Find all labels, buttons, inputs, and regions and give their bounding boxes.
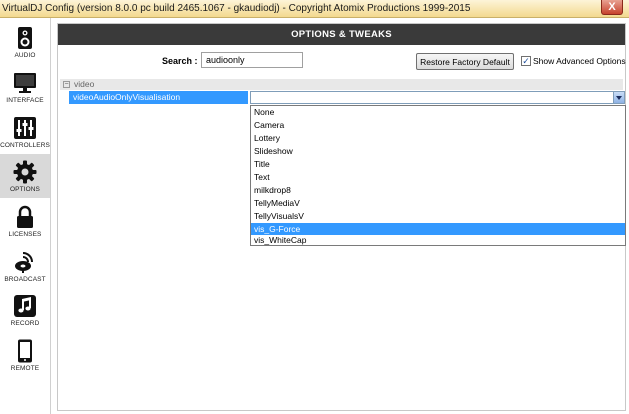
window-title: VirtualDJ Config (version 8.0.0 pc build… — [2, 3, 471, 14]
gear-icon — [13, 160, 37, 184]
sidebar-item-label: INTERFACE — [6, 97, 44, 104]
window-title-bar[interactable]: VirtualDJ Config (version 8.0.0 pc build… — [0, 0, 629, 18]
sidebar-item-label: LICENSES — [8, 231, 42, 238]
broadcast-icon — [15, 252, 33, 273]
dropdown-option[interactable]: TellyMediaV — [251, 197, 625, 209]
sidebar-item-label: BROADCAST — [4, 276, 46, 283]
dropdown-option[interactable]: Lottery — [251, 132, 625, 144]
tree-group-label: video — [74, 79, 95, 89]
sidebar-item-record[interactable]: RECORD — [0, 288, 50, 332]
search-label: Search : — [162, 56, 198, 66]
speaker-icon — [18, 27, 32, 49]
sidebar-item-remote[interactable]: REMOTE — [0, 333, 50, 377]
monitor-icon — [14, 73, 36, 93]
restore-factory-default-button[interactable]: Restore Factory Default — [416, 53, 514, 70]
setting-row: videoAudioOnlyVisualisation — [69, 91, 625, 104]
close-icon: X — [608, 1, 616, 13]
collapse-icon[interactable]: − — [63, 81, 70, 88]
sidebar-item-licenses[interactable]: LICENSES — [0, 199, 50, 243]
dropdown-options-list: None Camera Lottery Slideshow Title Text… — [250, 105, 626, 246]
sidebar-item-label: RECORD — [10, 320, 40, 327]
sidebar-item-options[interactable]: OPTIONS — [0, 154, 50, 198]
dropdown-option[interactable]: Slideshow — [251, 145, 625, 157]
show-advanced-label[interactable]: Show Advanced Options — [533, 56, 626, 66]
setting-value-dropdown[interactable] — [250, 91, 625, 104]
sidebar-item-audio[interactable]: AUDIO — [0, 20, 50, 64]
dropdown-option[interactable]: Title — [251, 158, 625, 170]
tree-group-video[interactable]: − video — [60, 79, 623, 90]
dropdown-option[interactable]: TellyVisualsV — [251, 210, 625, 222]
sidebar-item-broadcast[interactable]: BROADCAST — [0, 244, 50, 288]
search-input[interactable] — [201, 52, 303, 68]
checkmark-icon: ✓ — [522, 56, 530, 66]
show-advanced-checkbox[interactable]: ✓ — [521, 56, 531, 66]
sidebar-item-label: REMOTE — [10, 365, 40, 372]
sidebar-item-interface[interactable]: INTERFACE — [0, 65, 50, 109]
sliders-icon — [14, 117, 36, 139]
lock-icon — [17, 205, 33, 228]
sidebar-item-label: CONTROLLERS — [0, 142, 50, 149]
dropdown-option[interactable]: milkdrop8 — [251, 184, 625, 196]
close-button[interactable]: X — [601, 0, 623, 15]
dropdown-option[interactable]: None — [251, 106, 625, 118]
sidebar-item-label: OPTIONS — [10, 186, 40, 193]
dropdown-option[interactable]: vis_WhiteCap — [251, 234, 625, 246]
dropdown-option[interactable]: Camera — [251, 119, 625, 131]
tablet-icon — [18, 339, 32, 363]
sidebar-item-label: AUDIO — [14, 52, 36, 59]
setting-name[interactable]: videoAudioOnlyVisualisation — [69, 91, 248, 104]
chevron-down-icon[interactable] — [613, 92, 624, 103]
sidebar-item-controllers[interactable]: CONTROLLERS — [0, 110, 50, 154]
panel-title: OPTIONS & TWEAKS — [58, 24, 625, 45]
sidebar-nav: AUDIO INTERFACE CONTROLLERS OPTIONS LICE… — [0, 18, 51, 414]
music-note-icon — [14, 295, 36, 317]
dropdown-option[interactable]: Text — [251, 171, 625, 183]
